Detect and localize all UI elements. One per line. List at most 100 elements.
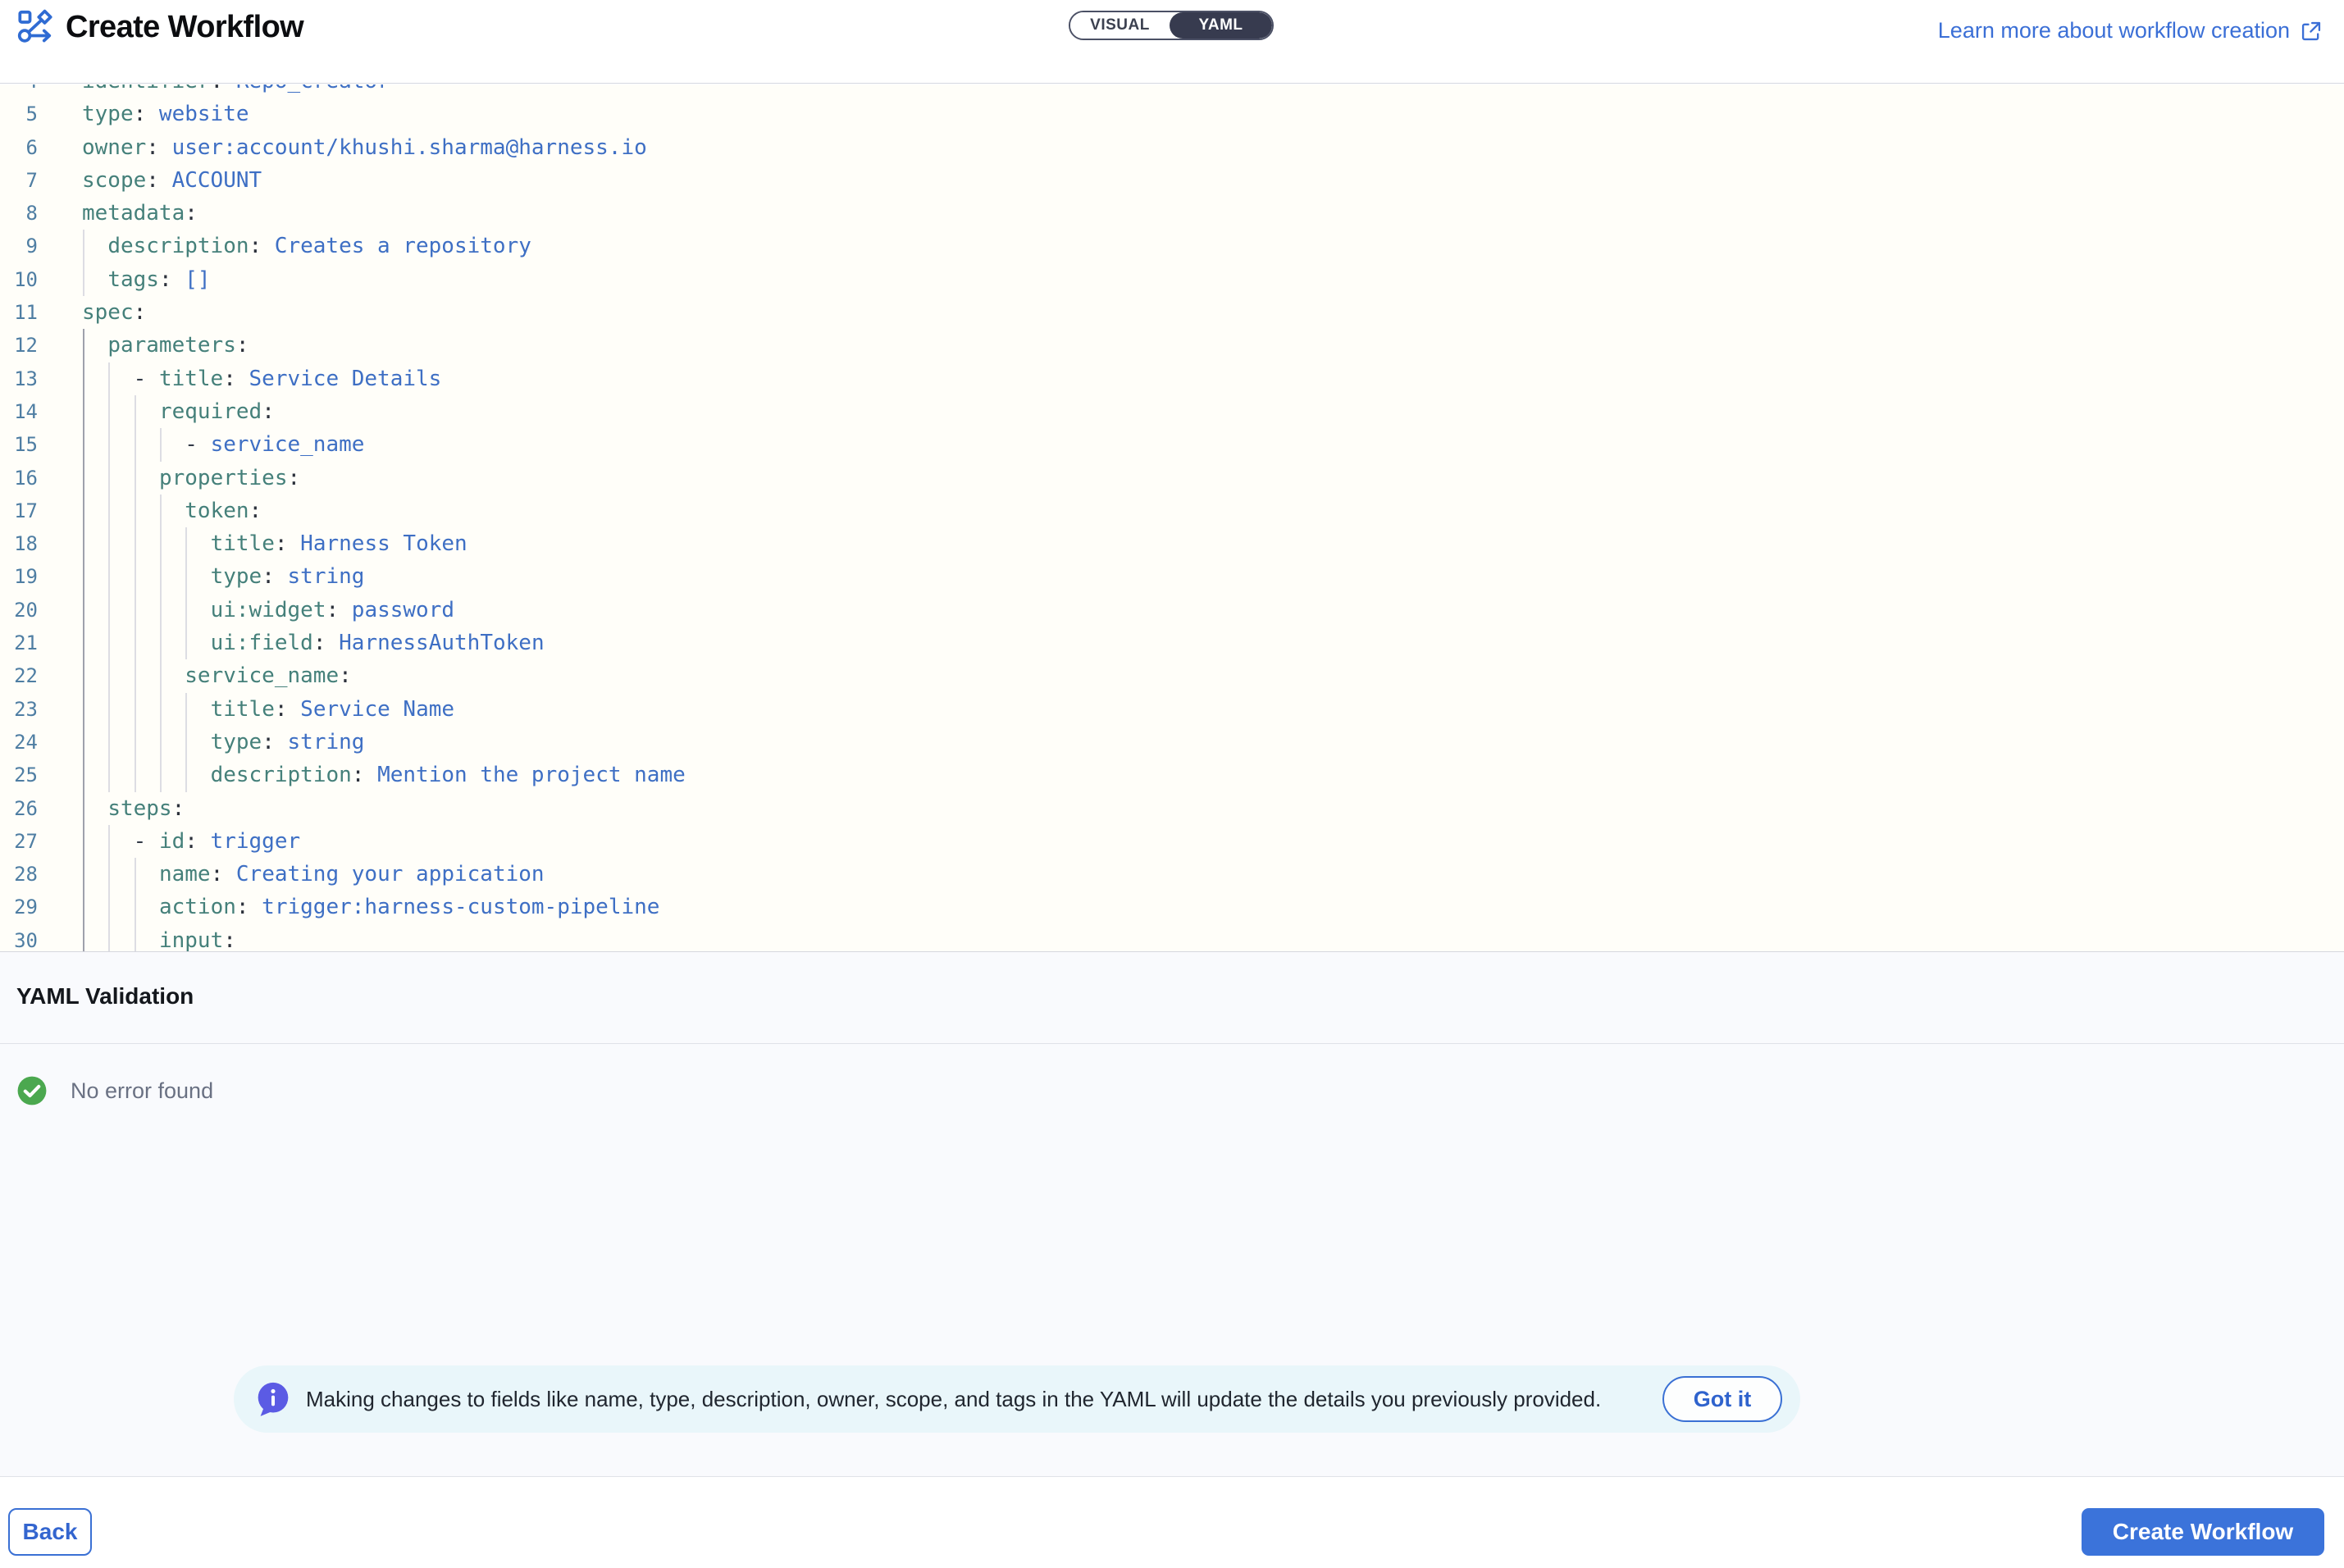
code-text: title: Harness Token [0, 527, 2344, 560]
visual-yaml-toggle[interactable]: VISUAL YAML [1069, 11, 1274, 40]
code-line-23[interactable]: 23title: Service Name [0, 693, 2344, 726]
line-number: 21 [0, 627, 38, 659]
indent-guide [108, 428, 110, 461]
code-line-6[interactable]: 6owner: user:account/khushi.sharma@harne… [0, 131, 2344, 164]
code-text: metadata: [0, 197, 2344, 230]
code-text: description: Creates a repository [0, 230, 2344, 262]
code-line-5[interactable]: 5type: website [0, 98, 2344, 130]
indent-guide [108, 825, 110, 858]
code-text: input: [0, 924, 2344, 951]
code-line-22[interactable]: 22service_name: [0, 659, 2344, 692]
indent-guide [135, 891, 136, 923]
got-it-button[interactable]: Got it [1662, 1376, 1782, 1422]
code-text: name: Creating your appication [0, 858, 2344, 891]
code-line-9[interactable]: 9description: Creates a repository [0, 230, 2344, 262]
indent-guide [135, 462, 136, 495]
indent-guide [108, 924, 110, 951]
line-number: 23 [0, 693, 38, 726]
validation-header: YAML Validation [0, 952, 2344, 1044]
line-number: 17 [0, 495, 38, 527]
line-number: 8 [0, 197, 38, 230]
code-line-16[interactable]: 16properties: [0, 462, 2344, 495]
page-header: Create Workflow VISUAL YAML Learn more a… [0, 0, 2344, 84]
code-line-4[interactable]: 4identifier: Repo_creator [0, 84, 2344, 98]
indent-guide [83, 891, 84, 923]
indent-guide [83, 362, 84, 395]
line-number: 26 [0, 792, 38, 825]
indent-guide [135, 495, 136, 527]
indent-guide [185, 527, 187, 560]
code-line-28[interactable]: 28name: Creating your appication [0, 858, 2344, 891]
indent-guide [135, 527, 136, 560]
indent-guide [108, 362, 110, 395]
code-line-12[interactable]: 12parameters: [0, 329, 2344, 362]
indent-guide [83, 329, 84, 362]
page-title: Create Workflow [66, 8, 303, 46]
code-line-15[interactable]: 15- service_name [0, 428, 2344, 461]
code-line-20[interactable]: 20ui:widget: password [0, 594, 2344, 627]
line-number: 13 [0, 362, 38, 395]
indent-guide [83, 693, 84, 726]
code-line-10[interactable]: 10tags: [] [0, 263, 2344, 296]
code-text: ui:field: HarnessAuthToken [0, 627, 2344, 659]
code-text: type: string [0, 560, 2344, 593]
code-line-30[interactable]: 30input: [0, 924, 2344, 951]
code-text: spec: [0, 296, 2344, 329]
indent-guide [83, 263, 84, 296]
indent-guide [135, 659, 136, 692]
validation-status-text: No error found [71, 1078, 213, 1104]
yaml-editor[interactable]: 4identifier: Repo_creator5type: website6… [0, 84, 2344, 951]
line-number: 9 [0, 230, 38, 262]
indent-guide [83, 527, 84, 560]
indent-guide [160, 627, 162, 659]
line-number: 18 [0, 527, 38, 560]
indent-guide [83, 560, 84, 593]
indent-guide [108, 693, 110, 726]
code-line-24[interactable]: 24type: string [0, 726, 2344, 759]
create-workflow-button[interactable]: Create Workflow [2082, 1508, 2324, 1556]
indent-guide [135, 759, 136, 791]
code-line-27[interactable]: 27- id: trigger [0, 825, 2344, 858]
code-text: parameters: [0, 329, 2344, 362]
indent-guide [135, 594, 136, 627]
code-line-11[interactable]: 11spec: [0, 296, 2344, 329]
indent-guide [108, 659, 110, 692]
indent-guide [83, 759, 84, 791]
learn-more-link[interactable]: Learn more about workflow creation [1938, 18, 2323, 43]
code-line-26[interactable]: 26steps: [0, 792, 2344, 825]
code-line-21[interactable]: 21ui:field: HarnessAuthToken [0, 627, 2344, 659]
code-line-29[interactable]: 29action: trigger:harness-custom-pipelin… [0, 891, 2344, 923]
code-text: title: Service Name [0, 693, 2344, 726]
learn-more-label: Learn more about workflow creation [1938, 18, 2290, 43]
code-text: token: [0, 495, 2344, 527]
create-workflow-page: Create Workflow VISUAL YAML Learn more a… [0, 0, 2344, 1568]
line-number: 30 [0, 924, 38, 951]
indent-guide [160, 726, 162, 759]
indent-guide [160, 428, 162, 461]
indent-guide [135, 693, 136, 726]
indent-guide [160, 759, 162, 791]
validation-status: No error found [16, 1075, 213, 1106]
code-text: required: [0, 395, 2344, 428]
indent-guide [108, 891, 110, 923]
code-line-19[interactable]: 19type: string [0, 560, 2344, 593]
code-line-8[interactable]: 8metadata: [0, 197, 2344, 230]
indent-guide [83, 230, 84, 262]
line-number: 20 [0, 594, 38, 627]
code-line-17[interactable]: 17token: [0, 495, 2344, 527]
code-line-13[interactable]: 13- title: Service Details [0, 362, 2344, 395]
indent-guide [160, 495, 162, 527]
back-button[interactable]: Back [8, 1508, 92, 1556]
line-number: 25 [0, 759, 38, 791]
indent-guide [108, 462, 110, 495]
code-line-18[interactable]: 18title: Harness Token [0, 527, 2344, 560]
code-text: - id: trigger [0, 825, 2344, 858]
line-number: 6 [0, 131, 38, 164]
toggle-visual-option[interactable]: VISUAL [1070, 12, 1170, 39]
code-line-25[interactable]: 25description: Mention the project name [0, 759, 2344, 791]
indent-guide [135, 924, 136, 951]
toggle-yaml-option[interactable]: YAML [1170, 12, 1272, 39]
code-line-14[interactable]: 14required: [0, 395, 2344, 428]
code-line-7[interactable]: 7scope: ACCOUNT [0, 164, 2344, 197]
code-text: properties: [0, 462, 2344, 495]
